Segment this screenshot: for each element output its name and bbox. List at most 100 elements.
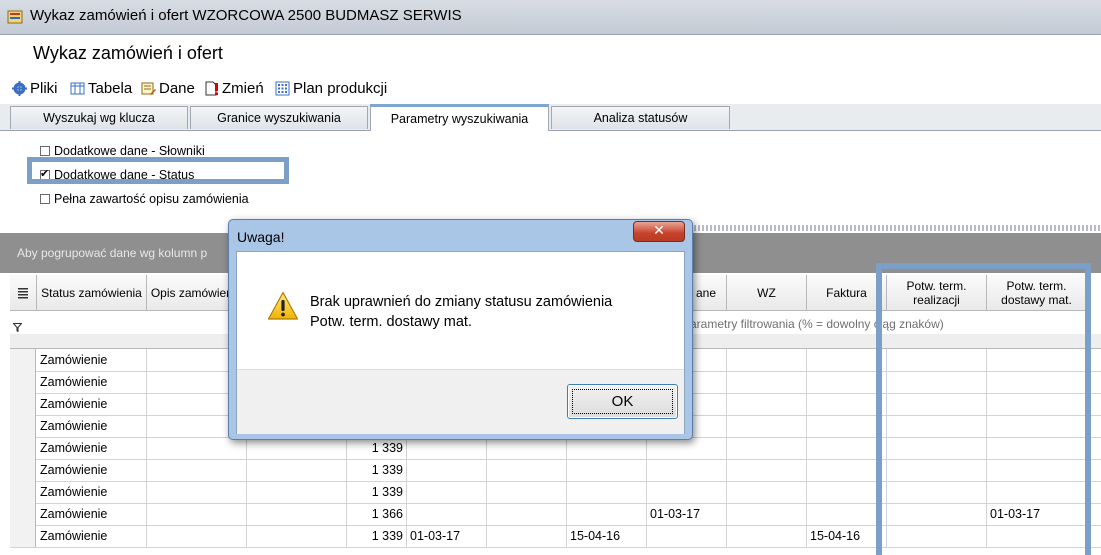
row-selector[interactable] — [10, 415, 36, 437]
table-cell[interactable]: 15-04-16 — [807, 525, 887, 547]
window-titlebar: Wykaz zamówień i ofert WZORCOWA 2500 BUD… — [0, 0, 1101, 35]
column-chooser-icon[interactable] — [10, 275, 37, 311]
table-cell[interactable]: 1 339 — [347, 459, 407, 481]
table-cell[interactable] — [727, 371, 807, 393]
table-cell[interactable] — [727, 525, 807, 547]
table-cell[interactable] — [727, 459, 807, 481]
highlight-frame-potw-columns — [876, 263, 1091, 555]
table-cell[interactable] — [567, 503, 647, 525]
table-cell[interactable]: 1 339 — [347, 481, 407, 503]
table-cell[interactable] — [647, 459, 727, 481]
table-cell[interactable]: Zamówienie — [37, 393, 147, 415]
column-header-status[interactable]: Status zamówienia — [37, 275, 147, 311]
table-cell[interactable] — [727, 415, 807, 437]
table-cell[interactable] — [647, 481, 727, 503]
table-cell[interactable] — [807, 481, 887, 503]
table-cell[interactable] — [727, 481, 807, 503]
table-cell[interactable] — [727, 393, 807, 415]
table-cell[interactable] — [407, 437, 487, 459]
table-cell[interactable] — [147, 481, 247, 503]
toolbar-label: Plan produkcji — [293, 80, 388, 97]
table-icon — [70, 82, 85, 95]
table-cell[interactable]: Zamówienie — [37, 481, 147, 503]
table-cell[interactable] — [807, 459, 887, 481]
table-cell[interactable] — [147, 525, 247, 547]
table-cell[interactable] — [807, 393, 887, 415]
row-selector[interactable] — [10, 525, 36, 547]
table-cell[interactable] — [147, 503, 247, 525]
table-cell[interactable] — [247, 525, 347, 547]
table-cell[interactable] — [487, 525, 567, 547]
table-cell[interactable] — [487, 437, 567, 459]
table-cell[interactable] — [647, 525, 727, 547]
window-title: Wykaz zamówień i ofert WZORCOWA 2500 BUD… — [30, 7, 462, 24]
table-cell[interactable] — [647, 437, 727, 459]
table-cell[interactable] — [567, 437, 647, 459]
table-cell[interactable]: Zamówienie — [37, 503, 147, 525]
table-cell[interactable] — [487, 481, 567, 503]
row-selector[interactable] — [10, 459, 36, 481]
column-header-wz[interactable]: WZ — [727, 275, 807, 311]
table-cell[interactable] — [807, 415, 887, 437]
table-cell[interactable] — [807, 503, 887, 525]
table-cell[interactable] — [407, 459, 487, 481]
dialog-close-button[interactable]: ✕ — [633, 221, 685, 242]
table-cell[interactable] — [807, 437, 887, 459]
checkbox[interactable] — [40, 146, 50, 156]
table-cell[interactable]: Zamówienie — [37, 371, 147, 393]
row-selector[interactable] — [10, 393, 36, 415]
files-icon — [12, 81, 27, 96]
column-header-faktura[interactable]: Faktura — [807, 275, 887, 311]
table-cell[interactable]: 1 339 — [347, 525, 407, 547]
table-cell[interactable]: 01-03-17 — [407, 525, 487, 547]
table-cell[interactable] — [807, 371, 887, 393]
table-cell[interactable] — [247, 459, 347, 481]
panel-splitter-handle[interactable] — [690, 225, 1101, 231]
checkbox[interactable] — [40, 194, 50, 204]
toolbar-zmien-button[interactable]: Zmień — [204, 80, 264, 97]
toolbar-dane-button[interactable]: Dane — [141, 80, 195, 97]
toolbar-tabela-button[interactable]: Tabela — [70, 80, 132, 97]
table-cell[interactable] — [147, 459, 247, 481]
table-cell[interactable]: Zamówienie — [37, 525, 147, 547]
row-selector[interactable] — [10, 503, 36, 525]
tab-wyszukaj-wg-klucza[interactable]: Wyszukaj wg klucza — [10, 106, 188, 129]
toolbar-label: Zmień — [222, 80, 264, 97]
option-pelna-zawartosc-checkbox[interactable]: Pełna zawartość opisu zamówienia — [40, 192, 249, 206]
table-cell[interactable] — [147, 437, 247, 459]
table-cell[interactable] — [407, 481, 487, 503]
page-header: Wykaz zamówień i ofert — [0, 35, 1101, 77]
table-cell[interactable]: Zamówienie — [37, 437, 147, 459]
table-cell[interactable]: 1 339 — [347, 437, 407, 459]
table-cell[interactable]: 1 366 — [347, 503, 407, 525]
production-plan-icon — [275, 81, 290, 96]
table-cell[interactable]: Zamówienie — [37, 415, 147, 437]
row-selector[interactable] — [10, 371, 36, 393]
tab-analiza-statusow[interactable]: Analiza statusów — [551, 106, 730, 129]
table-cell[interactable] — [727, 503, 807, 525]
ok-button[interactable]: OK — [567, 384, 678, 419]
table-cell[interactable] — [567, 459, 647, 481]
table-cell[interactable] — [487, 503, 567, 525]
option-slowniki-checkbox[interactable]: Dodatkowe dane - Słowniki — [40, 144, 205, 158]
toolbar-plan-produkcji-button[interactable]: Plan produkcji — [275, 80, 387, 97]
toolbar-pliki-button[interactable]: Pliki — [12, 80, 58, 97]
row-selector[interactable] — [10, 437, 36, 459]
table-cell[interactable] — [807, 349, 887, 371]
table-cell[interactable] — [407, 503, 487, 525]
table-cell[interactable]: 01-03-17 — [647, 503, 727, 525]
table-cell[interactable] — [247, 437, 347, 459]
table-cell[interactable] — [567, 481, 647, 503]
table-cell[interactable] — [487, 459, 567, 481]
tab-parametry-wyszukiwania[interactable]: Parametry wyszukiwania — [370, 104, 549, 131]
table-cell[interactable] — [727, 437, 807, 459]
table-cell[interactable] — [247, 503, 347, 525]
table-cell[interactable] — [247, 481, 347, 503]
row-selector[interactable] — [10, 481, 36, 503]
tab-granice-wyszukiwania[interactable]: Granice wyszukiwania — [190, 106, 368, 129]
table-cell[interactable] — [727, 349, 807, 371]
table-cell[interactable]: 15-04-16 — [567, 525, 647, 547]
table-cell[interactable]: Zamówienie — [37, 459, 147, 481]
table-cell[interactable]: Zamówienie — [37, 349, 147, 371]
row-selector[interactable] — [10, 349, 36, 371]
